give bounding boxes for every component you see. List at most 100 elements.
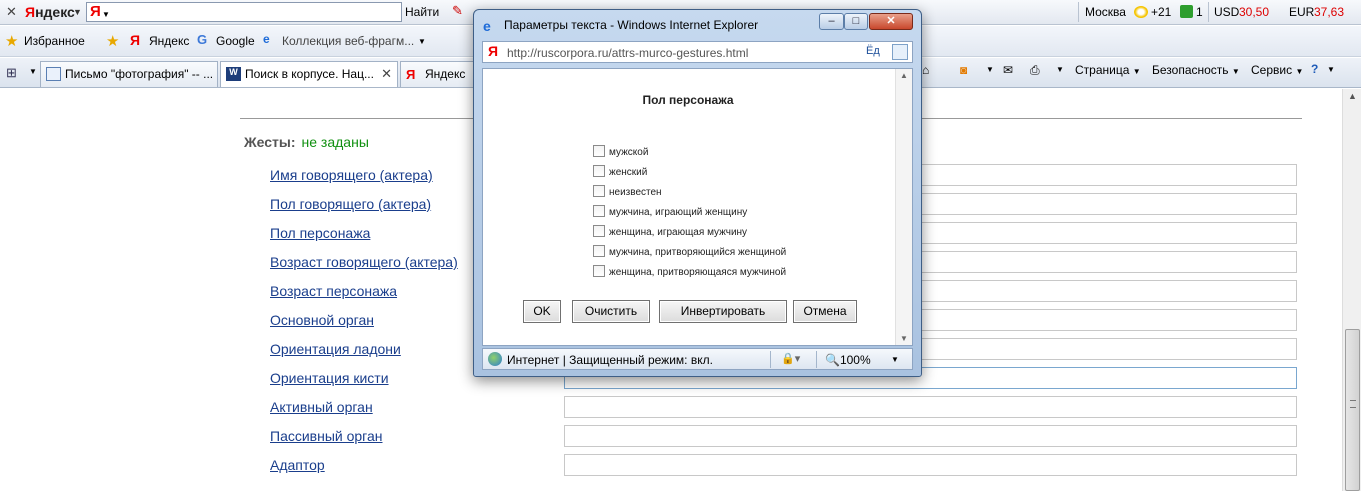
yandex-icon: Я <box>488 43 499 59</box>
field-link[interactable]: Основной орган <box>270 312 374 328</box>
clear-button[interactable]: Очистить <box>572 300 650 323</box>
chevron-down-icon[interactable]: ▼ <box>1327 65 1335 74</box>
option-label: мужчина, притворяющийся женщиной <box>609 247 787 258</box>
yandex-y-icon: Я <box>90 3 101 20</box>
mail-count[interactable]: 1 <box>1196 5 1203 19</box>
cancel-button[interactable]: Отмена <box>793 300 857 323</box>
field-link[interactable]: Пол персонажа <box>270 225 370 241</box>
yandex-search-input[interactable]: Я ▼ <box>86 2 402 22</box>
temperature[interactable]: +21 <box>1151 5 1171 19</box>
favorite-item-google[interactable]: Google <box>216 34 255 48</box>
print-icon[interactable]: ⎙ <box>1030 63 1040 78</box>
field-link[interactable]: Ориентация кисти <box>270 370 389 386</box>
pencil-icon[interactable]: ✎ <box>452 3 463 19</box>
scroll-up-icon[interactable]: ▲ <box>1348 91 1357 101</box>
divider <box>770 351 771 368</box>
favorite-item-yandex[interactable]: Яндекс <box>149 34 189 48</box>
ie-icon: e <box>263 32 270 46</box>
option-row[interactable]: неизвестен <box>593 185 662 198</box>
quick-tabs-icon[interactable]: ⊞ <box>6 65 17 81</box>
favorites-star-icon[interactable]: ★ <box>5 32 18 50</box>
chevron-down-icon[interactable]: ▼ <box>73 7 82 17</box>
chevron-down-icon[interactable]: ▼ <box>418 37 426 46</box>
option-checkbox[interactable] <box>593 185 605 197</box>
option-checkbox[interactable] <box>593 245 605 257</box>
mail-icon[interactable] <box>1180 5 1193 19</box>
compatibility-icon[interactable] <box>892 44 908 60</box>
close-toolbar-icon[interactable]: ✕ <box>6 4 17 20</box>
minimize-button[interactable]: – <box>819 13 844 30</box>
favorite-item-webslice[interactable]: Коллекция веб-фрагм... <box>282 34 414 48</box>
tab-mail[interactable]: Письмо "фотография" -- ... <box>40 61 218 87</box>
option-checkbox[interactable] <box>593 145 605 157</box>
favorites-button[interactable]: Избранное <box>24 34 85 48</box>
field-link[interactable]: Ориентация ладони <box>270 341 401 357</box>
scroll-down-icon[interactable]: ▼ <box>900 334 908 343</box>
field-link[interactable]: Активный орган <box>270 399 373 415</box>
tools-menu[interactable]: Сервис ▼ <box>1251 63 1303 77</box>
yandex-logo[interactable]: Яндекс <box>25 4 75 20</box>
chevron-down-icon[interactable]: ▼ <box>1056 65 1064 74</box>
chevron-down-icon[interactable]: ▼ <box>986 65 994 74</box>
globe-icon <box>488 352 502 366</box>
maximize-button[interactable]: □ <box>844 13 868 30</box>
close-window-button[interactable]: ✕ <box>869 13 913 30</box>
gestures-label: Жесты: <box>244 134 296 150</box>
popup-body: Пол персонажа мужской женский неизвестен му… <box>482 68 913 346</box>
field-input[interactable] <box>564 454 1297 476</box>
add-favorite-icon[interactable]: ★ <box>106 32 119 50</box>
field-link[interactable]: Пол говорящего (актера) <box>270 196 431 212</box>
read-mail-icon[interactable]: ✉ <box>1003 63 1013 77</box>
page-scrollbar[interactable]: ▲ <box>1342 89 1361 491</box>
popup-status-bar: Интернет | Защищенный режим: вкл. 🔒▾ 🔍10… <box>482 348 913 370</box>
option-checkbox[interactable] <box>593 205 605 217</box>
option-label: неизвестен <box>609 187 662 198</box>
close-tab-icon[interactable]: ✕ <box>381 66 392 82</box>
chevron-down-icon[interactable]: ▼ <box>102 10 110 19</box>
language-icon[interactable]: Ёд <box>866 45 880 57</box>
field-link[interactable]: Возраст говорящего (актера) <box>270 254 458 270</box>
option-row[interactable]: мужской <box>593 145 648 158</box>
option-row[interactable]: женщина, играющая мужчину <box>593 225 747 238</box>
chevron-down-icon[interactable]: ▼ <box>891 355 899 364</box>
weather-city[interactable]: Москва <box>1085 5 1126 19</box>
field-link[interactable]: Возраст персонажа <box>270 283 397 299</box>
field-link[interactable]: Адаптор <box>270 457 325 473</box>
usd-value[interactable]: 30,50 <box>1239 5 1269 19</box>
page-menu[interactable]: Страница ▼ <box>1075 63 1141 77</box>
popup-url[interactable]: http://ruscorpora.ru/attrs-murco-gesture… <box>507 46 748 60</box>
text-params-popup: e Параметры текста - Windows Internet Ex… <box>473 9 922 377</box>
safety-menu[interactable]: Безопасность ▼ <box>1152 63 1240 77</box>
tab-list-chevron-icon[interactable]: ▼ <box>29 67 37 76</box>
field-input[interactable] <box>564 425 1297 447</box>
tab-title: Поиск в корпусе. Нац... <box>245 67 374 81</box>
field-link[interactable]: Имя говорящего (актера) <box>270 167 433 183</box>
option-row[interactable]: женский <box>593 165 647 178</box>
popup-address-bar[interactable]: Я http://ruscorpora.ru/attrs-murco-gestu… <box>482 41 913 63</box>
option-checkbox[interactable] <box>593 265 605 277</box>
ok-button[interactable]: OK <box>523 300 561 323</box>
option-row[interactable]: женщина, притворяющаяся мужчиной <box>593 265 786 278</box>
scroll-up-icon[interactable]: ▲ <box>900 71 908 80</box>
zoom-level[interactable]: 🔍100% <box>825 353 871 367</box>
status-text: Интернет | Защищенный режим: вкл. <box>507 353 713 367</box>
tab-yandex[interactable]: Я Яндекс <box>400 61 475 87</box>
divider <box>1208 2 1209 22</box>
find-button[interactable]: Найти <box>405 5 439 19</box>
help-icon[interactable]: ? <box>1311 62 1318 76</box>
option-checkbox[interactable] <box>593 225 605 237</box>
option-checkbox[interactable] <box>593 165 605 177</box>
popup-scrollbar[interactable]: ▲ ▼ <box>895 69 912 345</box>
option-row[interactable]: мужчина, притворяющийся женщиной <box>593 245 786 258</box>
rss-icon[interactable]: ◙ <box>960 63 967 77</box>
field-link[interactable]: Пассивный орган <box>270 428 383 444</box>
tab-ruscorpora[interactable]: W Поиск в корпусе. Нац... ✕ <box>220 61 398 87</box>
home-icon[interactable]: ⌂ <box>922 63 929 77</box>
protected-mode-icon[interactable]: 🔒▾ <box>781 352 800 365</box>
scrollbar-thumb[interactable] <box>1345 329 1360 491</box>
usd-label: USD <box>1214 5 1240 19</box>
field-input[interactable] <box>564 396 1297 418</box>
eur-value[interactable]: 37,63 <box>1314 5 1344 19</box>
invert-button[interactable]: Инвертировать <box>659 300 787 323</box>
option-row[interactable]: мужчина, играющий женщину <box>593 205 747 218</box>
